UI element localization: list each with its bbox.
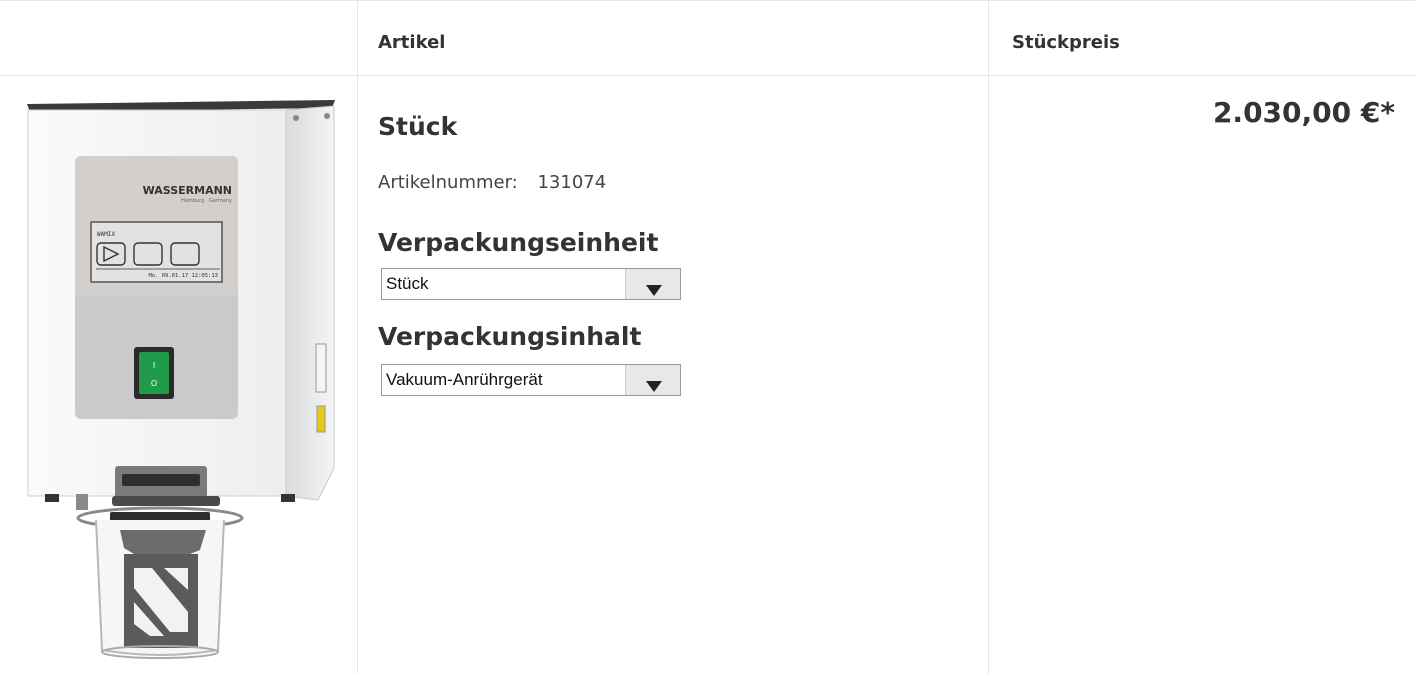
device-brand-text: WASSERMANN [143,184,232,197]
product-image[interactable]: WASSERMANN Hamburg · Germany WAMIX Mo. 0… [0,76,357,674]
packaging-content-select[interactable]: Vakuum-Anrührgerät [381,364,681,396]
packaging-unit-label: Verpackungseinheit [378,228,659,257]
product-title: Stück [378,112,458,141]
svg-text:O: O [151,379,157,388]
column-divider [357,0,358,674]
unit-price: 2.030,00 €* [1212,96,1395,129]
device-screen-title: WAMIX [97,231,115,238]
packaging-content-label: Verpackungsinhalt [378,322,642,351]
svg-text:I: I [153,361,155,370]
article-number-value: 131074 [537,172,607,193]
dropdown-button[interactable] [625,269,680,299]
mixer-device-illustration: WASSERMANN Hamburg · Germany WAMIX Mo. 0… [27,100,335,659]
row-divider [0,0,1415,1]
column-header-unit-price: Stückpreis [1012,32,1120,53]
chevron-down-icon [646,381,662,392]
dropdown-button[interactable] [625,365,680,395]
column-divider [988,0,989,674]
column-header-article: Artikel [378,32,446,53]
device-screen-status: Mo. 09.01.17 12:05:13 [148,273,218,279]
chevron-down-icon [646,285,662,296]
article-number-row: Artikelnummer: 131074 [378,172,606,193]
cart-table: Artikel Stückpreis WASSERMANN Hamburg · … [0,0,1415,674]
packaging-content-selected: Vakuum-Anrührgerät [386,370,543,389]
packaging-unit-select[interactable]: Stück [381,268,681,300]
device-subtitle-text: Hamburg · Germany [181,198,232,204]
article-number-label: Artikelnummer: [378,172,518,193]
packaging-unit-selected: Stück [386,274,429,293]
